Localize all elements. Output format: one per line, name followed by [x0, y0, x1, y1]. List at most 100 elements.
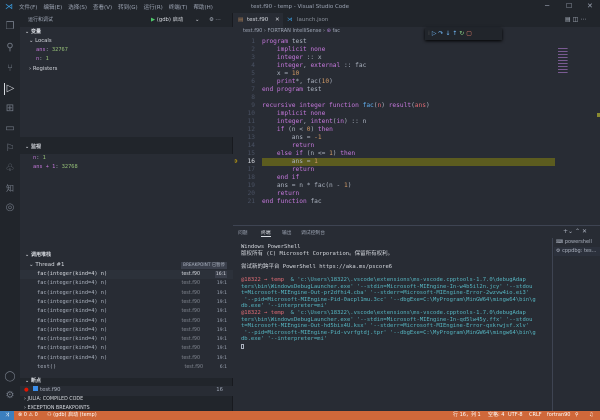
stack-frame[interactable]: fac(integer(kind=4) n) test.f90 19:1: [20, 335, 233, 344]
function-symbol-icon: ⊛: [326, 28, 331, 34]
variables-header[interactable]: ⌄ 变量: [20, 28, 233, 37]
remote-explorer-icon[interactable]: ▭: [4, 123, 16, 135]
stack-frame[interactable]: fac(integer(kind=4) n) test.f90 16:1: [20, 270, 233, 279]
stack-frame[interactable]: fac(integer(kind=4) n) test.f90 19:1: [20, 317, 233, 326]
language-mode[interactable]: fortran90: [547, 411, 571, 420]
extensions-icon[interactable]: ⊞: [4, 103, 16, 115]
problems-indicator[interactable]: ⊗ 0 ⚠ 0: [18, 411, 38, 420]
callstack-header[interactable]: ⌄ 调用堆栈: [20, 251, 233, 260]
open-preview-icon[interactable]: ▤: [565, 16, 571, 23]
menu-item[interactable]: 帮助(H): [193, 3, 212, 11]
panel-tab[interactable]: 调试控制台: [301, 229, 325, 236]
settings-gear-icon[interactable]: ⚙: [4, 390, 16, 402]
debug-session-status[interactable]: ⚇ (gdb) 启动 (temp): [47, 411, 97, 420]
stop-icon[interactable]: ▢: [466, 30, 472, 37]
menu-item[interactable]: 文件(F): [19, 3, 37, 11]
search-icon[interactable]: ⚲: [4, 42, 16, 54]
cursor-position[interactable]: 行 16，列 1: [453, 411, 481, 420]
panel-tab[interactable]: 输出: [282, 229, 292, 236]
menu-item[interactable]: 选择(S): [68, 3, 87, 11]
registers-scope[interactable]: › Registers: [29, 65, 57, 74]
encoding[interactable]: UTF-8: [508, 411, 523, 420]
breakpoints-header[interactable]: ⌄ 断点: [20, 377, 233, 386]
step-into-icon[interactable]: ↓: [445, 30, 450, 37]
stack-frame[interactable]: fac(integer(kind=4) n) test.f90 19:1: [20, 279, 233, 288]
variable-item[interactable]: ans: 32767: [36, 46, 68, 55]
new-terminal-icon[interactable]: +⌄: [563, 228, 573, 235]
restart-icon[interactable]: ↻: [459, 30, 464, 37]
indentation[interactable]: 空格: 4: [488, 411, 504, 420]
locals-scope[interactable]: ⌄ Locals: [29, 37, 52, 46]
watch-title: 监视: [30, 144, 41, 150]
bookmark-icon[interactable]: ⚐: [4, 143, 16, 155]
extension-cluster-icon[interactable]: ♧: [4, 163, 16, 175]
testing-icon[interactable]: ◎: [4, 202, 16, 214]
stack-frame[interactable]: fac(integer(kind=4) n) test.f90 19:1: [20, 307, 233, 316]
chevron-down-icon[interactable]: ⌄: [195, 17, 199, 23]
stack-frame[interactable]: test() test.f90 6:1: [20, 363, 233, 372]
breadcrumb-file[interactable]: test.f90: [243, 28, 262, 34]
stack-frame[interactable]: fac(integer(kind=4) n) test.f90 19:1: [20, 289, 233, 298]
menu-item[interactable]: 查看(V): [93, 3, 112, 11]
breadcrumb-module[interactable]: FORTRAN IntelliSense: [268, 28, 322, 34]
watch-item[interactable]: ans + 1: 32768: [33, 163, 78, 172]
close-button[interactable]: ✕: [587, 2, 593, 10]
code-text: end if: [262, 174, 299, 182]
panel-tab[interactable]: 问题: [238, 229, 248, 236]
zhihu-icon[interactable]: 知: [4, 183, 16, 195]
close-panel-icon[interactable]: ✕: [582, 228, 587, 235]
notifications-bell-icon[interactable]: ♫: [589, 411, 593, 420]
close-tab-icon[interactable]: ✕: [275, 13, 280, 27]
variable-item[interactable]: n: 1: [36, 55, 49, 64]
split-editor-icon[interactable]: ◫: [573, 16, 579, 23]
menu-item[interactable]: 编辑(E): [43, 3, 62, 11]
tab-test-f90[interactable]: ▤ test.f90 ✕: [233, 13, 283, 27]
line-number: 16: [247, 158, 255, 165]
account-icon[interactable]: ◯: [4, 371, 16, 383]
thread-item[interactable]: ⌄ Thread #1: [29, 261, 64, 270]
watch-item[interactable]: n: 1: [33, 154, 46, 163]
open-launch-json-gear-icon[interactable]: ⚙ ⋯: [209, 16, 221, 25]
terminal-item-powershell[interactable]: ⌨ powershell: [556, 238, 592, 247]
more-actions-icon[interactable]: ⋯: [580, 16, 586, 23]
stack-frame[interactable]: fac(integer(kind=4) n) test.f90 19:1: [20, 344, 233, 353]
terminal-item-cppdbg[interactable]: ⚙ cppdbg: tes...: [554, 247, 600, 256]
continue-icon[interactable]: ▷: [432, 30, 437, 37]
minimize-button[interactable]: ─: [545, 2, 549, 10]
panel-actions: +⌄ ⌃ ✕: [563, 228, 587, 235]
julia-compiled-code-section[interactable]: › JULIA: COMPILED CODE: [24, 395, 83, 404]
stack-frame[interactable]: fac(integer(kind=4) n) test.f90 19:1: [20, 354, 233, 363]
breakpoint-item[interactable]: ● test.f90 16: [24, 386, 229, 395]
code-text: recursive integer function fac(n) result…: [262, 102, 430, 110]
code-token: :: fac: [340, 62, 367, 69]
code-token: result: [388, 102, 412, 109]
remote-indicator-icon[interactable]: ⤨: [0, 411, 14, 420]
menu-item[interactable]: 转到(G): [118, 3, 138, 11]
stack-frame[interactable]: fac(integer(kind=4) n) test.f90 19:1: [20, 326, 233, 335]
watch-header[interactable]: ⌄ 监视: [20, 143, 233, 152]
source-control-icon[interactable]: ⑂: [4, 63, 16, 75]
drag-handle-icon[interactable]: ⁞: [428, 30, 430, 37]
registers-label: Registers: [32, 66, 58, 72]
breakpoint-checkbox[interactable]: [33, 386, 39, 391]
feedback-icon[interactable]: ⚲: [575, 411, 579, 420]
step-out-icon[interactable]: ↑: [452, 30, 457, 37]
breadcrumb-symbol[interactable]: fac: [332, 28, 340, 34]
run-debug-icon[interactable]: ▷: [4, 83, 16, 95]
step-over-icon[interactable]: ↷: [438, 30, 443, 37]
line-ending[interactable]: CRLF: [529, 411, 542, 420]
menu-item[interactable]: 运行(R): [144, 3, 163, 11]
terminal-command: '--pid=Microsoft-MIEngine-Pid-0acpl1mu.3…: [241, 296, 536, 303]
debug-config-select[interactable]: ▶ (gdb) 启动 ⌄: [151, 16, 199, 25]
terminal[interactable]: Windows PowerShell 版权所有 (C) Microsoft Cor…: [233, 240, 553, 410]
code-editor[interactable]: 1 program test 2 implicit none 3 integer ::…: [233, 38, 573, 218]
minimap[interactable]: [558, 48, 568, 73]
stack-frame[interactable]: fac(integer(kind=4) n) test.f90 19:1: [20, 298, 233, 307]
thread-label: Thread #1: [35, 262, 65, 268]
menu-item[interactable]: 终端(T): [169, 3, 188, 11]
tab-launch-json[interactable]: ⋊ launch.json: [283, 13, 339, 27]
maximize-panel-icon[interactable]: ⌃: [575, 228, 580, 235]
panel-tab[interactable]: 终端: [261, 229, 271, 237]
maximize-button[interactable]: ☐: [566, 2, 572, 10]
explorer-icon[interactable]: ❐: [4, 21, 16, 33]
